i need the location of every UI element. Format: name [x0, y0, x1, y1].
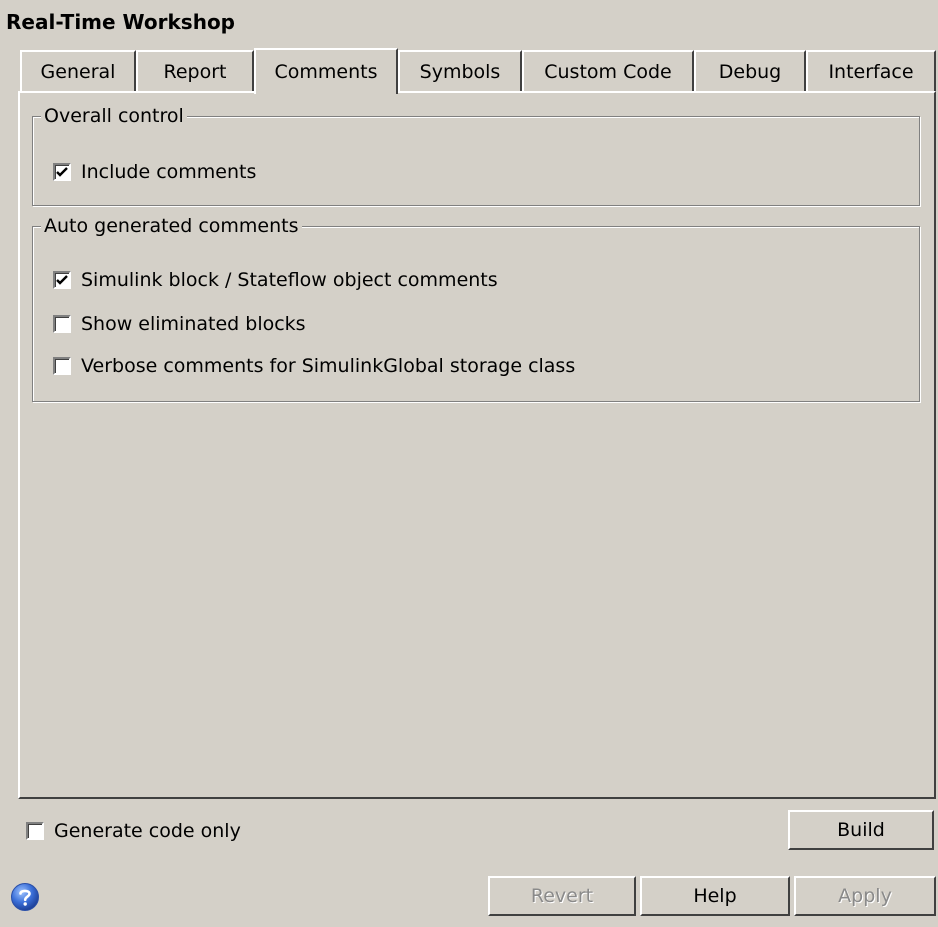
generate-code-only-label: Generate code only	[54, 820, 241, 842]
help-button[interactable]: Help	[640, 876, 790, 916]
checkmark-icon	[56, 166, 68, 177]
simulink-stateflow-comments-label: Simulink block / Stateflow object commen…	[81, 269, 498, 291]
revert-button[interactable]: Revert	[488, 876, 636, 916]
show-eliminated-blocks-checkbox[interactable]	[53, 315, 71, 333]
include-comments-checkbox[interactable]	[53, 163, 71, 181]
tab-debug[interactable]: Debug	[694, 50, 806, 92]
apply-button[interactable]: Apply	[794, 876, 936, 916]
tab-label: Custom Code	[544, 61, 672, 83]
show-eliminated-blocks-option[interactable]: Show eliminated blocks	[53, 313, 306, 335]
help-button-label: Help	[693, 885, 737, 907]
comments-panel: Overall control Include comments Auto ge…	[18, 91, 936, 799]
tab-label: General	[40, 61, 116, 83]
tab-custom-code[interactable]: Custom Code	[522, 50, 694, 92]
tab-general[interactable]: General	[20, 50, 136, 92]
question-circle-icon[interactable]	[10, 882, 40, 912]
generate-code-only-checkbox[interactable]	[26, 822, 44, 840]
apply-button-label: Apply	[838, 885, 892, 907]
tab-label: Report	[163, 61, 227, 83]
include-comments-label: Include comments	[81, 161, 257, 183]
window-title: Real-Time Workshop	[6, 10, 235, 34]
tab-label: Interface	[828, 61, 914, 83]
tab-interface[interactable]: Interface	[806, 50, 936, 92]
verbose-comments-option[interactable]: Verbose comments for SimulinkGlobal stor…	[53, 355, 575, 377]
auto-generated-comments-legend: Auto generated comments	[41, 215, 302, 237]
tab-symbols[interactable]: Symbols	[398, 50, 522, 92]
simulink-stateflow-comments-option[interactable]: Simulink block / Stateflow object commen…	[53, 269, 498, 291]
verbose-comments-label: Verbose comments for SimulinkGlobal stor…	[81, 355, 576, 377]
tab-comments[interactable]: Comments	[254, 48, 398, 94]
show-eliminated-blocks-label: Show eliminated blocks	[81, 313, 306, 335]
overall-control-legend: Overall control	[41, 105, 187, 127]
tab-label: Comments	[274, 61, 378, 83]
auto-generated-comments-group: Auto generated comments Simulink block /…	[32, 215, 920, 402]
generate-code-only-option[interactable]: Generate code only	[26, 820, 241, 842]
tab-label: Symbols	[419, 61, 501, 83]
revert-button-label: Revert	[530, 885, 594, 907]
overall-control-group: Overall control Include comments	[32, 105, 920, 206]
tab-label: Debug	[718, 61, 782, 83]
help-circle-icon	[11, 883, 39, 911]
build-button-label: Build	[837, 819, 885, 841]
build-button[interactable]: Build	[788, 810, 934, 850]
tab-strip: General Report Comments Symbols Custom C…	[20, 48, 936, 94]
simulink-stateflow-comments-checkbox[interactable]	[53, 271, 71, 289]
tab-report[interactable]: Report	[136, 50, 254, 92]
verbose-comments-checkbox[interactable]	[53, 357, 71, 375]
checkmark-icon	[56, 274, 68, 285]
include-comments-option[interactable]: Include comments	[53, 161, 256, 183]
